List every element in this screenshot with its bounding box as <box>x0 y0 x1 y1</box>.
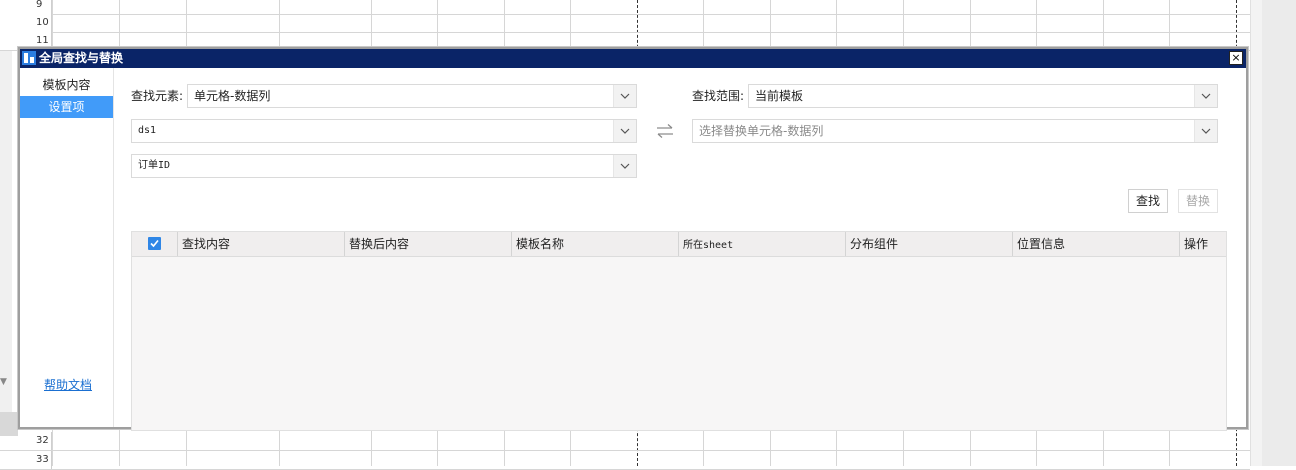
column-header-actions[interactable]: 操作 <box>1180 232 1226 256</box>
close-icon: × <box>1231 51 1241 64</box>
scope-select[interactable]: 当前模板 <box>748 84 1218 108</box>
replace-placeholder: 选择替换单元格-数据列 <box>699 124 824 138</box>
datasource-value: ds1 <box>138 125 157 136</box>
chevron-down-icon[interactable] <box>1194 120 1217 142</box>
sidebar-item-settings[interactable]: 设置项 <box>20 96 113 118</box>
sheet-row[interactable]: 32 <box>0 432 1250 451</box>
sheet-row[interactable]: 9 <box>0 0 1250 15</box>
column-header-template-name[interactable]: 模板名称 <box>512 232 679 256</box>
results-table: 查找内容 替换后内容 模板名称 所在sheet 分布组件 位置信息 操作 <box>131 231 1227 431</box>
chevron-down-icon[interactable] <box>613 85 636 107</box>
sheet-row[interactable]: 10 <box>0 14 1250 33</box>
results-table-header: 查找内容 替换后内容 模板名称 所在sheet 分布组件 位置信息 操作 <box>132 232 1226 257</box>
dialog-titlebar[interactable]: 全局查找与替换 × <box>20 49 1246 68</box>
column-header-sheet[interactable]: 所在sheet <box>679 232 846 256</box>
row-number[interactable]: 9 <box>0 0 52 14</box>
sidebar-item-template-content[interactable]: 模板内容 <box>20 74 113 96</box>
collapse-arrow-icon[interactable]: ▼ <box>0 377 7 387</box>
sheet-left-block <box>0 412 18 436</box>
replace-button[interactable]: 替换 <box>1178 189 1218 213</box>
column-select[interactable]: 订单ID <box>131 154 637 178</box>
find-element-label: 查找元素: <box>131 89 184 103</box>
column-header-sheet-label: 所在sheet <box>683 240 734 251</box>
find-button[interactable]: 查找 <box>1128 189 1168 213</box>
swap-arrows-icon[interactable] <box>655 123 675 139</box>
select-all-cell <box>132 232 178 256</box>
find-element-value: 单元格-数据列 <box>194 89 271 103</box>
find-element-select[interactable]: 单元格-数据列 <box>187 84 637 108</box>
sheet-left-strip <box>0 0 12 466</box>
chevron-down-icon[interactable] <box>613 120 636 142</box>
find-replace-dialog: 全局查找与替换 × 模板内容 设置项 帮助文档 查找元素: 单元格-数据列 ds… <box>18 47 1248 431</box>
dialog-title: 全局查找与替换 <box>39 51 124 65</box>
help-docs-link[interactable]: 帮助文档 <box>44 376 92 393</box>
column-header-location[interactable]: 位置信息 <box>1013 232 1180 256</box>
right-panel-edge <box>1262 0 1296 466</box>
chevron-down-icon[interactable] <box>1194 85 1217 107</box>
column-value: 订单ID <box>138 160 171 171</box>
dialog-content: 查找元素: 单元格-数据列 ds1 订单ID 查找范围: 当前模板 选择替换单元… <box>114 68 1246 431</box>
scope-value: 当前模板 <box>755 89 804 103</box>
replace-column-select[interactable]: 选择替换单元格-数据列 <box>692 119 1218 143</box>
select-all-checkbox[interactable] <box>148 237 161 250</box>
column-header-replaced-content[interactable]: 替换后内容 <box>345 232 512 256</box>
sheet-row[interactable]: 33 <box>0 451 1250 470</box>
chevron-down-icon[interactable] <box>613 155 636 177</box>
scope-label: 查找范围: <box>692 89 745 103</box>
row-number[interactable]: 10 <box>0 14 52 32</box>
dialog-sidebar: 模板内容 设置项 帮助文档 <box>20 68 114 427</box>
app-logo-icon <box>22 51 36 65</box>
datasource-select[interactable]: ds1 <box>131 119 637 143</box>
row-number[interactable]: 33 <box>0 451 52 469</box>
column-header-component[interactable]: 分布组件 <box>846 232 1013 256</box>
column-header-find-content[interactable]: 查找内容 <box>178 232 345 256</box>
close-button[interactable]: × <box>1229 51 1243 65</box>
